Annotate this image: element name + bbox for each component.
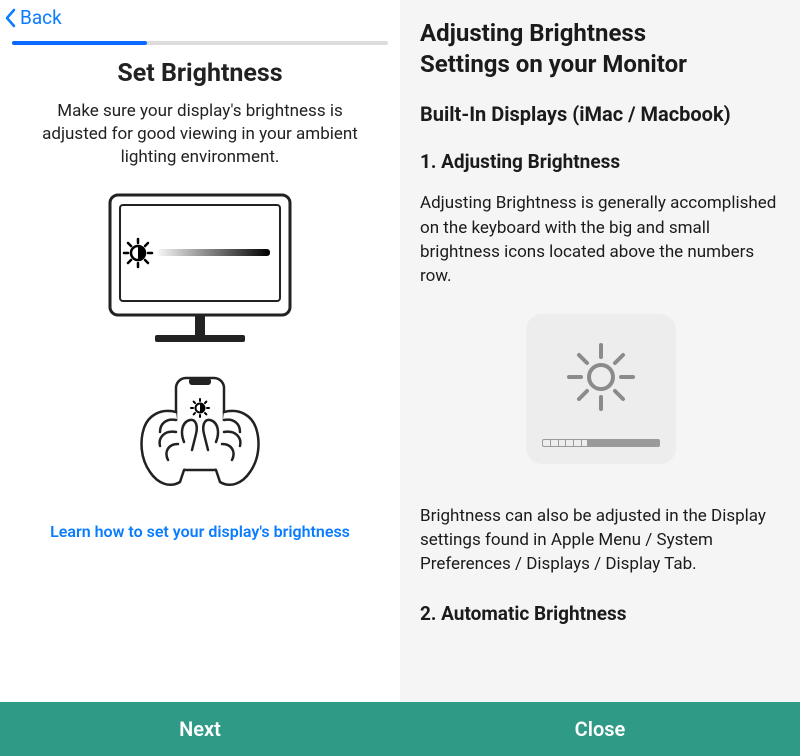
help-section-builtin: Built-In Displays (iMac / Macbook)	[420, 102, 782, 126]
brightness-key-icon	[420, 314, 782, 464]
help-heading: Adjusting Brightness Settings on your Mo…	[420, 18, 782, 80]
progress-bar	[12, 41, 388, 45]
page-subtitle: Make sure your display's brightness is a…	[26, 100, 374, 169]
help-heading-line2: Settings on your Monitor	[420, 50, 687, 78]
help-step1-body2: Brightness can also be adjusted in the D…	[420, 504, 782, 576]
help-pane: Adjusting Brightness Settings on your Mo…	[400, 0, 800, 756]
brightness-bar-icon	[542, 439, 660, 447]
learn-brightness-link[interactable]: Learn how to set your display's brightne…	[20, 522, 380, 541]
wizard-pane: Back Set Brightness Make sure your displ…	[0, 0, 400, 756]
help-heading-line1: Adjusting Brightness	[420, 19, 646, 47]
help-step1-body: Adjusting Brightness is generally accomp…	[420, 191, 782, 288]
back-label: Back	[20, 6, 62, 29]
help-step2-title: 2. Automatic Brightness	[420, 602, 782, 625]
next-button[interactable]: Next	[0, 702, 400, 756]
page-title: Set Brightness	[24, 59, 376, 88]
close-button[interactable]: Close	[400, 702, 800, 756]
back-button[interactable]: Back	[0, 0, 68, 35]
help-step1-title: 1. Adjusting Brightness	[420, 150, 782, 173]
monitor-brightness-icon	[100, 187, 300, 356]
progress-fill	[12, 41, 147, 45]
chevron-left-icon	[4, 8, 18, 28]
phone-hands-icon	[110, 372, 290, 506]
